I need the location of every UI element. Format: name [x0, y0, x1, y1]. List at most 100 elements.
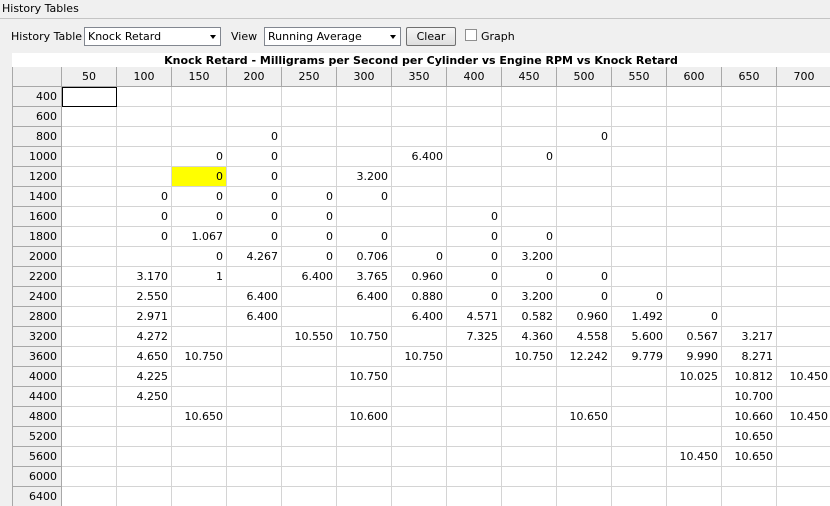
table-cell[interactable]	[777, 227, 830, 247]
table-cell[interactable]: 4.360	[502, 327, 557, 347]
table-cell[interactable]	[777, 267, 830, 287]
table-cell[interactable]	[117, 167, 172, 187]
table-cell[interactable]: 0	[282, 187, 337, 207]
table-cell[interactable]	[172, 387, 227, 407]
column-header[interactable]: 650	[722, 67, 777, 87]
table-cell[interactable]	[392, 107, 447, 127]
row-header[interactable]: 4400	[12, 387, 62, 407]
table-cell[interactable]	[392, 387, 447, 407]
table-cell[interactable]	[392, 167, 447, 187]
table-cell[interactable]	[777, 187, 830, 207]
table-cell[interactable]	[502, 367, 557, 387]
table-cell[interactable]	[282, 467, 337, 487]
table-cell[interactable]	[447, 427, 502, 447]
table-cell[interactable]	[62, 447, 117, 467]
table-cell[interactable]	[777, 247, 830, 267]
table-cell[interactable]: 10.812	[722, 367, 777, 387]
table-cell[interactable]	[722, 127, 777, 147]
column-header[interactable]: 500	[557, 67, 612, 87]
table-cell[interactable]	[227, 347, 282, 367]
table-cell[interactable]	[117, 87, 172, 107]
table-cell[interactable]: 1.067	[172, 227, 227, 247]
row-header[interactable]: 1200	[12, 167, 62, 187]
table-cell[interactable]: 0	[447, 287, 502, 307]
row-header[interactable]: 2400	[12, 287, 62, 307]
table-cell[interactable]	[502, 187, 557, 207]
table-cell[interactable]	[612, 167, 667, 187]
table-cell[interactable]: 6.400	[227, 287, 282, 307]
column-header[interactable]: 300	[337, 67, 392, 87]
table-cell[interactable]: 0.582	[502, 307, 557, 327]
table-cell[interactable]: 0.960	[392, 267, 447, 287]
table-cell[interactable]	[612, 227, 667, 247]
row-header[interactable]: 4000	[12, 367, 62, 387]
table-cell[interactable]: 0	[172, 167, 227, 187]
table-cell[interactable]	[62, 327, 117, 347]
table-cell[interactable]	[62, 387, 117, 407]
table-cell[interactable]: 0	[117, 207, 172, 227]
column-header[interactable]: 600	[667, 67, 722, 87]
table-cell[interactable]	[777, 167, 830, 187]
table-cell[interactable]	[447, 147, 502, 167]
table-cell[interactable]	[392, 467, 447, 487]
table-cell[interactable]	[612, 407, 667, 427]
table-cell[interactable]: 3.170	[117, 267, 172, 287]
row-header[interactable]: 1400	[12, 187, 62, 207]
table-cell[interactable]	[612, 447, 667, 467]
table-cell[interactable]	[62, 187, 117, 207]
table-cell[interactable]	[282, 167, 337, 187]
table-cell[interactable]	[172, 107, 227, 127]
table-cell[interactable]	[557, 107, 612, 127]
table-cell[interactable]	[337, 147, 392, 167]
table-cell[interactable]	[392, 87, 447, 107]
table-cell[interactable]	[447, 347, 502, 367]
table-cell[interactable]	[337, 467, 392, 487]
table-cell[interactable]: 10.750	[337, 327, 392, 347]
table-cell[interactable]	[667, 87, 722, 107]
table-cell[interactable]	[557, 167, 612, 187]
table-cell[interactable]	[777, 347, 830, 367]
table-cell[interactable]: 2.550	[117, 287, 172, 307]
table-cell[interactable]	[722, 227, 777, 247]
table-cell[interactable]: 4.267	[227, 247, 282, 267]
table-cell[interactable]: 0	[227, 127, 282, 147]
table-cell[interactable]	[62, 347, 117, 367]
view-select[interactable]: Running Average	[264, 27, 401, 46]
table-cell[interactable]: 3.200	[502, 287, 557, 307]
table-cell[interactable]	[62, 307, 117, 327]
table-cell[interactable]	[722, 207, 777, 227]
table-cell[interactable]	[62, 407, 117, 427]
table-cell[interactable]	[282, 487, 337, 506]
table-cell[interactable]	[722, 287, 777, 307]
column-header[interactable]: 350	[392, 67, 447, 87]
table-cell[interactable]: 0	[172, 207, 227, 227]
table-cell[interactable]: 0	[227, 147, 282, 167]
table-cell[interactable]	[777, 467, 830, 487]
table-cell[interactable]	[777, 327, 830, 347]
table-cell[interactable]	[447, 387, 502, 407]
table-cell[interactable]	[117, 147, 172, 167]
table-cell[interactable]: 9.990	[667, 347, 722, 367]
table-cell[interactable]: 0	[502, 147, 557, 167]
table-cell[interactable]	[117, 467, 172, 487]
table-cell[interactable]: 10.750	[337, 367, 392, 387]
table-cell[interactable]	[392, 367, 447, 387]
table-cell[interactable]	[557, 87, 612, 107]
table-cell[interactable]	[447, 167, 502, 187]
column-header[interactable]: 400	[447, 67, 502, 87]
table-cell[interactable]	[117, 487, 172, 506]
row-header[interactable]: 400	[12, 87, 62, 107]
table-cell[interactable]	[612, 387, 667, 407]
table-cell[interactable]	[172, 467, 227, 487]
table-cell[interactable]	[62, 287, 117, 307]
table-cell[interactable]	[667, 407, 722, 427]
table-cell[interactable]	[172, 447, 227, 467]
column-header[interactable]: 50	[62, 67, 117, 87]
table-cell[interactable]: 0	[117, 227, 172, 247]
table-cell[interactable]	[62, 427, 117, 447]
table-cell[interactable]	[502, 467, 557, 487]
table-cell[interactable]: 1	[172, 267, 227, 287]
table-cell[interactable]	[337, 307, 392, 327]
table-cell[interactable]	[172, 87, 227, 107]
table-cell[interactable]	[117, 247, 172, 267]
